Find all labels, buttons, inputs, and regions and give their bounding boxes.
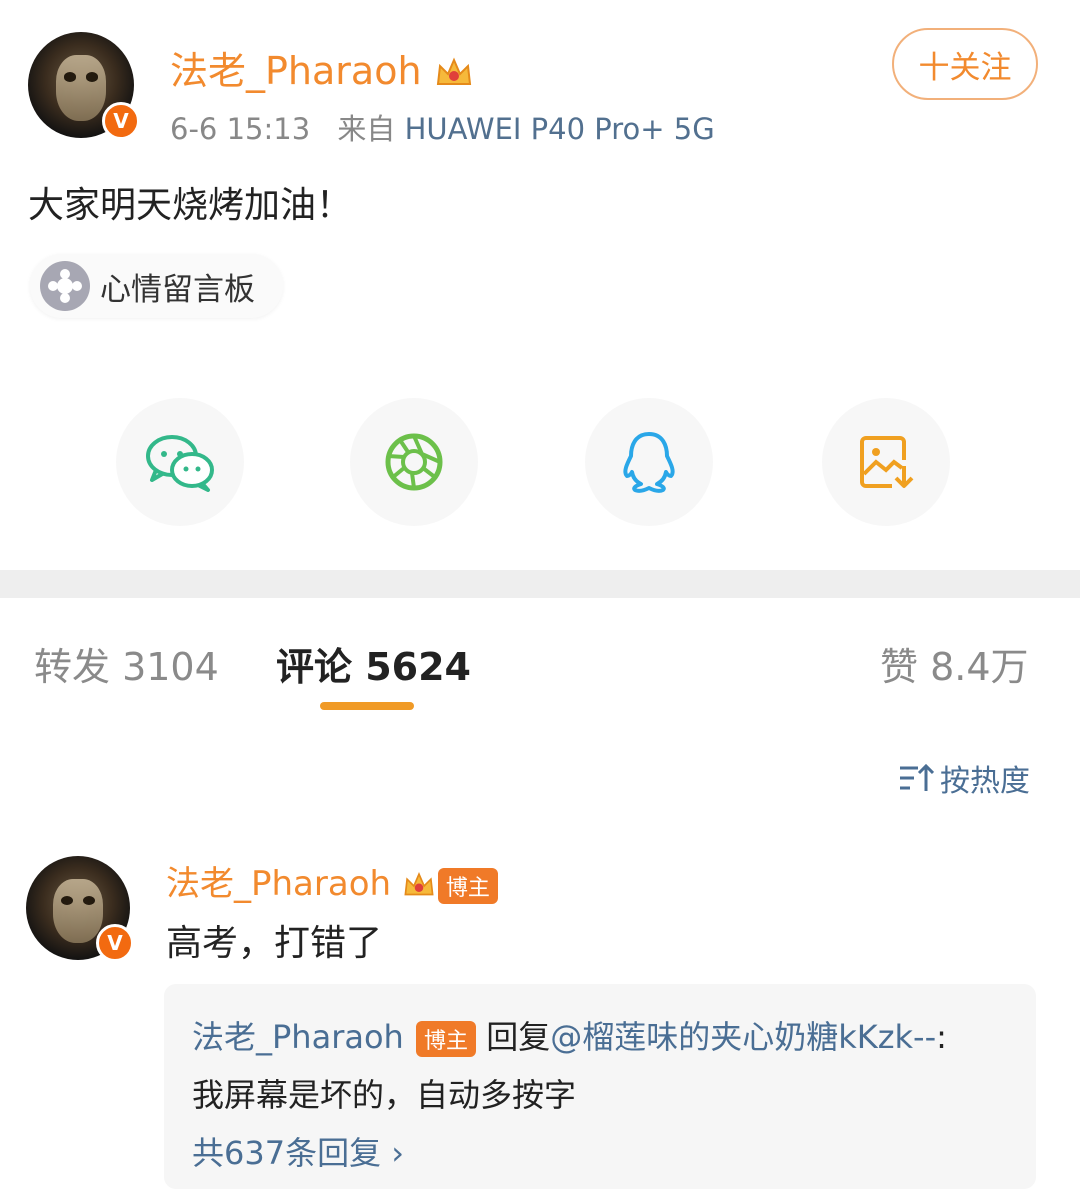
verified-badge-icon: V bbox=[102, 102, 140, 140]
reply-header: 法老_Pharaoh 博主 回复@榴莲味的夹心奶糖kKzk--: bbox=[192, 1012, 947, 1058]
tab-comment[interactable]: 评论 5624 bbox=[276, 636, 471, 691]
reply-preview[interactable]: 法老_Pharaoh 博主 回复@榴莲味的夹心奶糖kKzk--: 我屏幕是坏的，… bbox=[164, 984, 1036, 1189]
follow-button[interactable]: 十关注 bbox=[892, 28, 1038, 100]
wechat-icon bbox=[146, 435, 214, 492]
reply-author[interactable]: 法老_Pharaoh bbox=[192, 1018, 404, 1056]
commenter-avatar[interactable]: V bbox=[26, 856, 134, 962]
save-image-icon bbox=[860, 436, 914, 488]
share-wechat-button[interactable] bbox=[116, 398, 244, 526]
sort-icon bbox=[900, 763, 934, 791]
topic-label: 心情留言板 bbox=[100, 271, 255, 308]
sort-dropdown[interactable]: 按热度 bbox=[898, 756, 1030, 800]
reply-colon: : bbox=[936, 1018, 947, 1056]
author-name[interactable]: 法老_Pharaoh bbox=[170, 40, 474, 95]
blogger-tag: 博主 bbox=[416, 1021, 477, 1057]
crown-icon bbox=[404, 871, 434, 895]
crown-icon bbox=[436, 56, 471, 85]
reply-word: 回复 bbox=[486, 1018, 551, 1056]
flower-icon bbox=[40, 261, 90, 311]
tab-likes[interactable]: 赞 8.4万 bbox=[880, 636, 1029, 691]
source-prefix: 来自 bbox=[337, 112, 396, 146]
section-divider bbox=[0, 570, 1080, 598]
moments-icon bbox=[385, 433, 443, 491]
post-meta: 6-6 15:13 来自 HUAWEI P40 Pro+ 5G bbox=[170, 106, 715, 148]
reply-text: 我屏幕是坏的，自动多按字 bbox=[192, 1076, 577, 1114]
save-image-button[interactable] bbox=[822, 398, 950, 526]
topic-chip[interactable]: 心情留言板 bbox=[30, 254, 283, 318]
view-replies-link[interactable]: 共637条回复 › bbox=[192, 1128, 404, 1174]
commenter-name[interactable]: 法老_Pharaoh 博主 bbox=[166, 856, 498, 905]
active-tab-indicator bbox=[320, 702, 414, 710]
post-text: 大家明天烧烤加油！ bbox=[28, 185, 353, 226]
author-avatar[interactable]: V bbox=[28, 32, 140, 140]
qq-icon bbox=[623, 432, 675, 493]
post-time: 6-6 15:13 bbox=[170, 112, 311, 146]
share-moments-button[interactable] bbox=[350, 398, 478, 526]
verified-badge-icon: V bbox=[96, 924, 134, 962]
blogger-tag: 博主 bbox=[437, 867, 498, 904]
share-qq-button[interactable] bbox=[585, 398, 713, 526]
comment-text: 高考，打错了 bbox=[166, 923, 383, 964]
device-link[interactable]: HUAWEI P40 Pro+ 5G bbox=[405, 112, 715, 146]
sort-label: 按热度 bbox=[940, 764, 1030, 799]
reply-mention[interactable]: @榴莲味的夹心奶糖kKzk-- bbox=[550, 1018, 936, 1056]
tab-repost[interactable]: 转发 3104 bbox=[34, 636, 219, 691]
